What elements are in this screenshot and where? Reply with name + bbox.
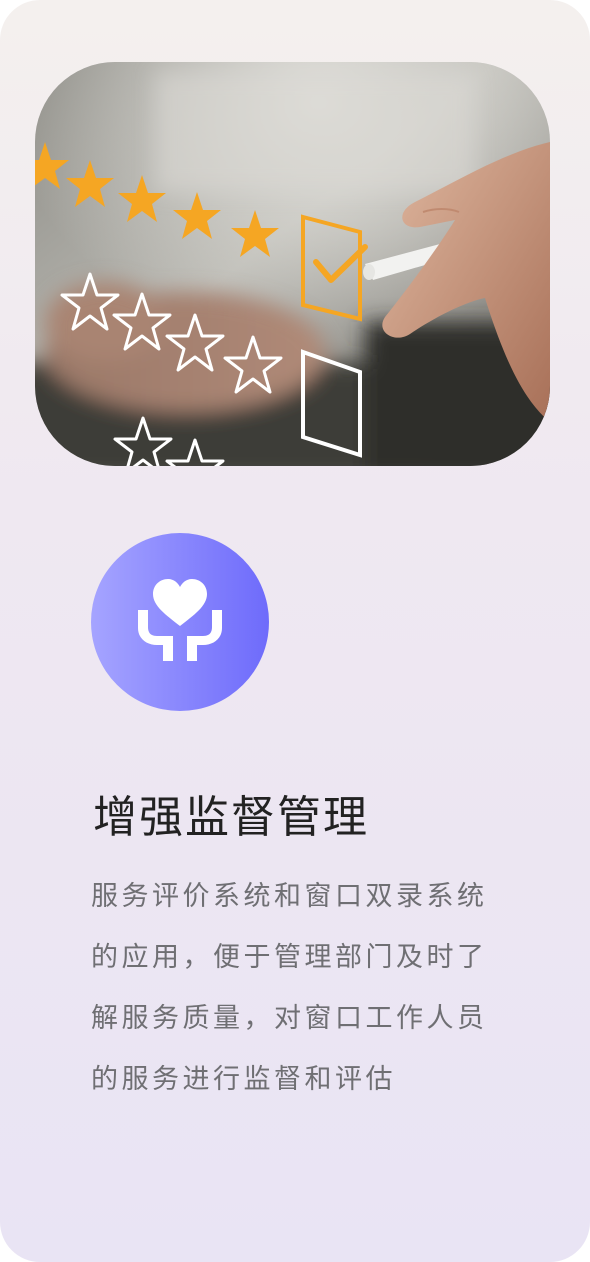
rating-photo: [35, 62, 550, 466]
feature-card: 增强监督管理 服务评价系统和窗口双录系统的应用，便于管理部门及时了解服务质量，对…: [0, 0, 590, 1262]
card-title: 增强监督管理: [93, 792, 369, 843]
card-description: 服务评价系统和窗口双录系统的应用，便于管理部门及时了解服务质量，对窗口工作人员的…: [91, 881, 488, 1095]
heart-hands-icon: [91, 533, 269, 711]
